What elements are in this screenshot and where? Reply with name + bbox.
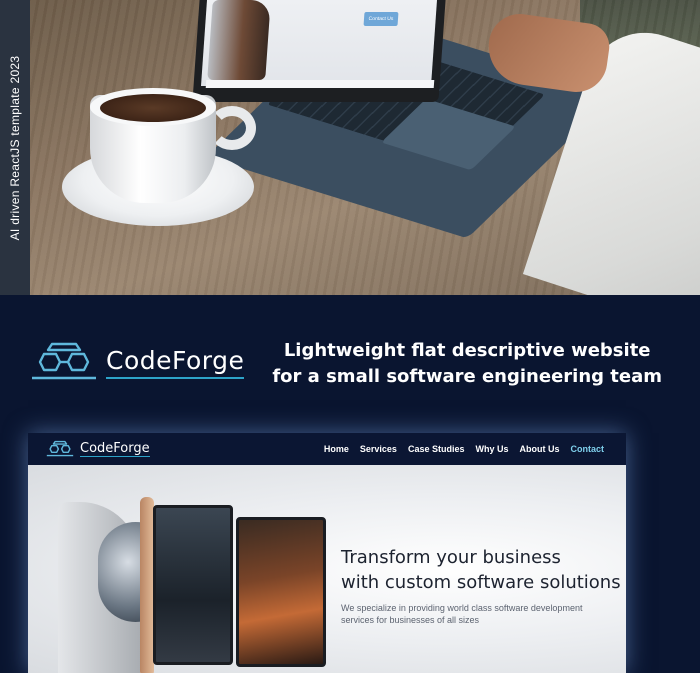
nav-links: Home Services Case Studies Why Us About … xyxy=(324,433,604,465)
hero-photo: Contact Us AI driven ReactJS template 20… xyxy=(0,0,700,295)
hero-title-line-1: Transform your business xyxy=(341,547,561,568)
site-logo[interactable]: CodeForge xyxy=(46,439,150,459)
nav-contact[interactable]: Contact xyxy=(571,444,605,454)
hero-title-line-2: with custom software solutions xyxy=(341,572,621,593)
tagline: Lightweight flat descriptive website for… xyxy=(272,338,662,390)
tagline-line-2: for a small software engineering team xyxy=(272,366,662,387)
hero-subtitle: We specialize in providing world class s… xyxy=(341,603,583,625)
nav-home[interactable]: Home xyxy=(324,444,349,454)
hero-title: Transform your business with custom soft… xyxy=(341,545,621,595)
nav-about-us[interactable]: About Us xyxy=(520,444,560,454)
screen-contact-button: Contact Us xyxy=(363,12,399,26)
screen-device-image xyxy=(207,0,271,80)
site-navbar: CodeForge Home Services Case Studies Why… xyxy=(28,433,626,465)
site-logo-text: CodeForge xyxy=(80,441,150,457)
codeforge-logo-icon xyxy=(46,440,74,457)
side-band: AI driven ReactJS template 2023 xyxy=(0,0,30,295)
device-copper-trim xyxy=(140,497,154,673)
nav-case-studies[interactable]: Case Studies xyxy=(408,444,465,454)
brand-logo: CodeForge xyxy=(30,340,245,384)
brand-name: CodeForge xyxy=(106,346,245,379)
codeforge-logo-icon xyxy=(32,342,96,380)
screen-taskbar xyxy=(205,80,435,88)
nav-why-us[interactable]: Why Us xyxy=(475,444,508,454)
tagline-line-1: Lightweight flat descriptive website xyxy=(283,340,651,361)
nav-services[interactable]: Services xyxy=(360,444,397,454)
side-label: AI driven ReactJS template 2023 xyxy=(8,55,22,241)
coffee xyxy=(100,94,206,122)
hero-device-image xyxy=(58,487,326,673)
device-screen-left xyxy=(153,505,233,665)
device-screen-right xyxy=(236,517,326,667)
site-hero: Transform your business with custom soft… xyxy=(28,465,626,673)
website-preview: CodeForge Home Services Case Studies Why… xyxy=(28,433,626,673)
